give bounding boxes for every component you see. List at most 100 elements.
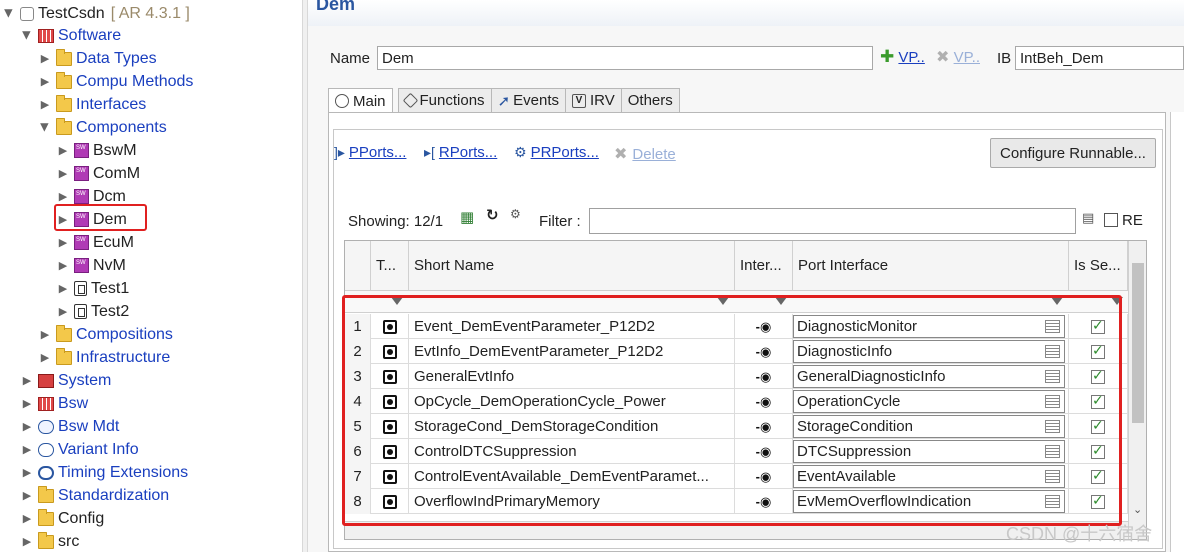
chevron-icon[interactable]: ▶	[56, 259, 70, 272]
header-label: Port Interface	[798, 257, 889, 274]
pports-button[interactable]: ]▸ PPorts...	[334, 144, 406, 161]
chevron-icon[interactable]: ▶	[38, 351, 52, 364]
chevron-icon[interactable]: ▶	[56, 236, 70, 249]
tab-others[interactable]: Others	[620, 88, 680, 112]
chevron-icon[interactable]: ▶	[20, 489, 34, 502]
re-label: RE	[1122, 212, 1143, 229]
tree-item-component[interactable]: ▶ BswM	[56, 139, 137, 162]
chevron-icon[interactable]: ▶	[20, 397, 34, 410]
header-rownum	[345, 241, 371, 291]
chevron-icon[interactable]: ▶	[20, 374, 34, 387]
comp-icon	[74, 258, 89, 273]
header-short-name[interactable]: Short Name	[409, 241, 735, 291]
tree-label: EcuM	[93, 233, 134, 251]
tree-label: Compu Methods	[76, 72, 194, 90]
prports-link[interactable]: PRPorts...	[531, 144, 599, 161]
tree-label: Interfaces	[76, 95, 147, 113]
tree-label: Standardization	[58, 486, 170, 504]
tree-item-project[interactable]: ▶ TestCsdn [ AR 4.3.1 ]	[2, 2, 190, 25]
excel-icon[interactable]: ▦	[460, 208, 474, 226]
remove-vp-group[interactable]: ✖ VP..	[936, 47, 980, 67]
chevron-icon[interactable]: ▶	[56, 190, 70, 203]
tree-label: Components	[76, 118, 167, 136]
configure-runnable-button[interactable]: Configure Runnable...	[990, 138, 1156, 168]
tree-item-component[interactable]: ▶ EcuM	[56, 231, 134, 254]
tree-item-folder[interactable]: ▶ Config	[20, 507, 104, 530]
vp-disabled-link[interactable]: VP..	[954, 49, 980, 66]
re-checkbox[interactable]	[1104, 213, 1118, 227]
delete-link[interactable]: Delete	[632, 146, 675, 163]
header-type[interactable]: T...	[371, 241, 409, 291]
tree-item-folder[interactable]: ▶ Compositions	[38, 323, 173, 346]
scroll-down-icon[interactable]: ⌄	[1133, 503, 1142, 516]
tab-functions[interactable]: Functions	[397, 88, 492, 112]
tab-events[interactable]: ➚ Events	[490, 88, 566, 112]
settings-icon[interactable]: ⚙	[510, 207, 521, 221]
header-port-interface[interactable]: Port Interface	[793, 241, 1069, 291]
tree-item-sys[interactable]: ▶ System	[20, 369, 112, 392]
rports-button[interactable]: ▸[ RPorts...	[424, 144, 497, 161]
header-is-service[interactable]: Is Se...	[1069, 241, 1128, 291]
project-tree: ▶ TestCsdn [ AR 4.3.1 ] ▶ Software ▶ Data…	[0, 0, 302, 552]
tree-item-folder[interactable]: ▶ Data Types	[38, 47, 157, 70]
scroll-thumb[interactable]	[1132, 263, 1144, 423]
refresh-icon[interactable]: ↻	[486, 206, 499, 224]
chevron-icon[interactable]: ▶	[39, 121, 52, 135]
sys-icon	[38, 373, 54, 388]
tab-irv[interactable]: V IRV	[565, 88, 622, 112]
chevron-icon[interactable]: ▶	[38, 75, 52, 88]
chevron-icon[interactable]: ▶	[20, 420, 34, 433]
chevron-icon[interactable]: ▶	[56, 305, 70, 318]
name-field[interactable]	[377, 46, 873, 70]
tree-item-components[interactable]: ▶ Components	[38, 116, 167, 139]
chevron-icon[interactable]: ▶	[20, 512, 34, 525]
tree-item-folder[interactable]: ▶ Compu Methods	[38, 70, 193, 93]
filter-input[interactable]	[589, 208, 1076, 234]
side-panel	[1170, 112, 1184, 552]
chevron-icon[interactable]: ▶	[38, 52, 52, 65]
chevron-icon[interactable]: ▶	[56, 144, 70, 157]
tree-item-folder[interactable]: ▶ Interfaces	[38, 93, 146, 116]
delete-button[interactable]: ✖ Delete	[614, 144, 676, 164]
vertical-scrollbar[interactable]: ⌄	[1128, 241, 1146, 539]
tree-item-bswmdt[interactable]: ▶ Bsw Mdt	[20, 415, 120, 438]
chevron-icon[interactable]: ▶	[38, 328, 52, 341]
tree-item-component[interactable]: ▶ Test2	[56, 300, 129, 323]
tree-item-component[interactable]: ▶ ComM	[56, 162, 140, 185]
header-interface-type[interactable]: Inter...	[735, 241, 793, 291]
ib-label: IB	[997, 50, 1012, 67]
chevron-icon[interactable]: ▶	[20, 535, 34, 548]
tree-item-folder[interactable]: ▶ src	[20, 530, 79, 552]
chevron-icon[interactable]: ▶	[21, 29, 34, 43]
chevron-icon[interactable]: ▶	[56, 167, 70, 180]
tree-label: Variant Info	[58, 440, 139, 458]
tree-item-component[interactable]: ▶ NvM	[56, 254, 126, 277]
tree-item-software[interactable]: ▶ Software	[20, 24, 122, 47]
chevron-icon[interactable]: ▶	[20, 466, 34, 479]
tree-label: Config	[58, 509, 105, 527]
add-vp-group[interactable]: ✚ VP..	[880, 47, 925, 67]
prports-button[interactable]: ⚙ PRPorts...	[514, 144, 599, 161]
chevron-icon[interactable]: ▶	[3, 7, 16, 21]
tree-item-folder[interactable]: ▶ Infrastructure	[38, 346, 170, 369]
ib-field[interactable]	[1015, 46, 1184, 70]
folder-icon	[38, 485, 54, 503]
tab-main[interactable]: Main	[328, 88, 393, 113]
tree-label: Test1	[91, 279, 130, 297]
rports-link[interactable]: RPorts...	[439, 144, 497, 161]
tree-item-component[interactable]: ▶ Test1	[56, 277, 129, 300]
chevron-icon[interactable]: ▶	[20, 443, 34, 456]
tree-item-bsw[interactable]: ▶ Bsw	[20, 392, 88, 415]
vp-link[interactable]: VP..	[898, 49, 924, 66]
chevron-icon[interactable]: ▶	[56, 282, 70, 295]
tree-item-timing[interactable]: ▶ Timing Extensions	[20, 461, 188, 484]
filter-options-icon[interactable]: ▤	[1082, 210, 1094, 226]
tree-item-folder[interactable]: ▶ Standardization	[20, 484, 169, 507]
tree-item-variant[interactable]: ▶ Variant Info	[20, 438, 139, 461]
project-version: [ AR 4.3.1 ]	[110, 4, 190, 22]
tree-label: ComM	[93, 164, 141, 182]
chevron-icon[interactable]: ▶	[38, 98, 52, 111]
filter-label: Filter :	[539, 213, 581, 230]
pports-link[interactable]: PPorts...	[349, 144, 407, 161]
tree-label: Dcm	[93, 187, 126, 205]
